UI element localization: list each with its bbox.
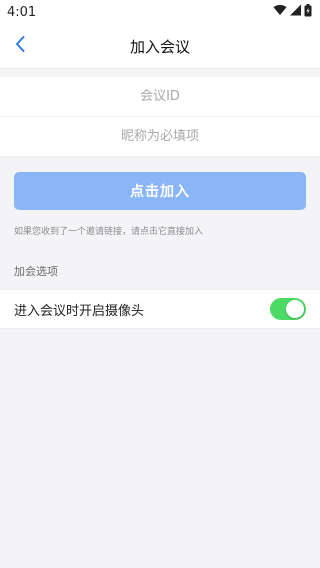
camera-toggle[interactable]	[270, 298, 306, 320]
back-button[interactable]	[8, 32, 32, 60]
join-form	[0, 77, 320, 157]
join-button[interactable]: 点击加入	[14, 172, 306, 210]
nickname-field-row	[0, 117, 320, 157]
nav-bar: 加入会议	[0, 24, 320, 69]
toggle-knob	[286, 300, 304, 318]
nickname-input[interactable]	[0, 128, 320, 145]
cell-signal-icon	[290, 4, 301, 20]
status-time: 4:01	[7, 4, 37, 20]
status-icons	[273, 3, 312, 21]
camera-option-row: 进入会议时开启摄像头	[0, 289, 320, 329]
wifi-icon	[273, 4, 287, 20]
chevron-left-icon	[14, 35, 26, 57]
invite-link-hint: 如果您收到了一个邀请链接，请点击它直接加入	[14, 227, 204, 237]
meeting-id-field-row	[0, 77, 320, 117]
meeting-id-input[interactable]	[0, 88, 320, 105]
page-title: 加入会议	[129, 37, 190, 56]
battery-icon	[304, 3, 312, 21]
camera-option-label: 进入会议时开启摄像头	[14, 303, 145, 319]
status-bar: 4:01	[0, 0, 320, 24]
options-section-title: 加会选项	[14, 265, 58, 278]
join-button-label: 点击加入	[130, 184, 190, 200]
